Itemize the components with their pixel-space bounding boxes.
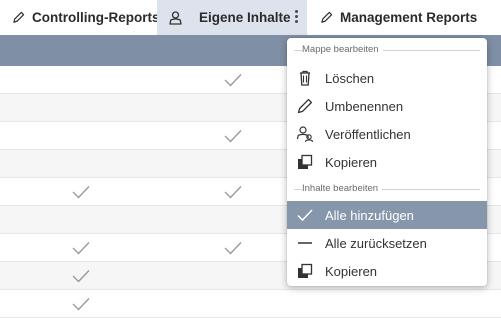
section-title-inhalte: Inhalte bearbeiten	[302, 183, 383, 194]
menu-item-label: Löschen	[325, 71, 375, 86]
report-tab-bar: Controlling-Reports Eigene Inhalte Manag…	[0, 0, 501, 35]
user-icon	[169, 10, 182, 25]
tab-label: Controlling-Reports	[32, 10, 160, 25]
checkmark-icon[interactable]	[224, 241, 242, 255]
tab-controlling-reports[interactable]: Controlling-Reports	[12, 0, 160, 35]
menu-item-add-all[interactable]: Alle hinzufügen	[287, 201, 487, 229]
menu-item-rename[interactable]: Umbenennen	[287, 92, 487, 120]
more-options-icon[interactable]	[293, 10, 299, 26]
menu-item-label: Veröffentlichen	[325, 127, 411, 142]
tab-label: Eigene Inhalte	[199, 10, 291, 25]
pencil-icon	[321, 11, 333, 23]
menu-item-label: Kopieren	[325, 155, 378, 170]
menu-section-header: Inhalte bearbeiten	[287, 181, 487, 197]
checkmark-icon[interactable]	[224, 185, 242, 199]
tab-management-reports[interactable]: Management Reports	[320, 0, 480, 35]
context-menu: Mappe bearbeiten Löschen Umbenennen Verö…	[287, 38, 487, 286]
table-row[interactable]	[0, 290, 501, 318]
checkmark-icon[interactable]	[224, 73, 242, 87]
menu-item-label: Alle hinzufügen	[325, 208, 414, 223]
menu-section-header: Mappe bearbeiten	[287, 42, 487, 58]
menu-item-label: Alle zurücksetzen	[325, 236, 427, 251]
tab-eigene-inhalte[interactable]: Eigene Inhalte	[157, 0, 307, 35]
tab-label: Management Reports	[340, 10, 478, 25]
checkmark-icon[interactable]	[72, 241, 90, 255]
menu-item-delete[interactable]: Löschen	[287, 64, 487, 92]
checkmark-icon[interactable]	[72, 269, 90, 283]
share-users-icon	[296, 126, 314, 143]
pencil-icon	[13, 11, 25, 23]
trash-icon	[300, 70, 310, 86]
menu-item-label: Kopieren	[325, 264, 378, 279]
check-icon	[297, 209, 313, 222]
menu-item-publish[interactable]: Veröffentlichen	[287, 120, 487, 148]
checkmark-icon[interactable]	[72, 185, 90, 199]
checkmark-icon[interactable]	[224, 129, 242, 143]
copy-icon	[298, 263, 313, 278]
menu-item-copy-contents[interactable]: Kopieren	[287, 257, 487, 285]
pencil-icon	[297, 98, 313, 114]
copy-icon	[298, 154, 313, 169]
section-title-mappe: Mappe bearbeiten	[302, 44, 383, 55]
menu-item-reset-all[interactable]: Alle zurücksetzen	[287, 229, 487, 257]
minus-icon	[298, 242, 312, 244]
menu-item-label: Umbenennen	[325, 99, 404, 114]
menu-item-copy-folder[interactable]: Kopieren	[287, 148, 487, 176]
